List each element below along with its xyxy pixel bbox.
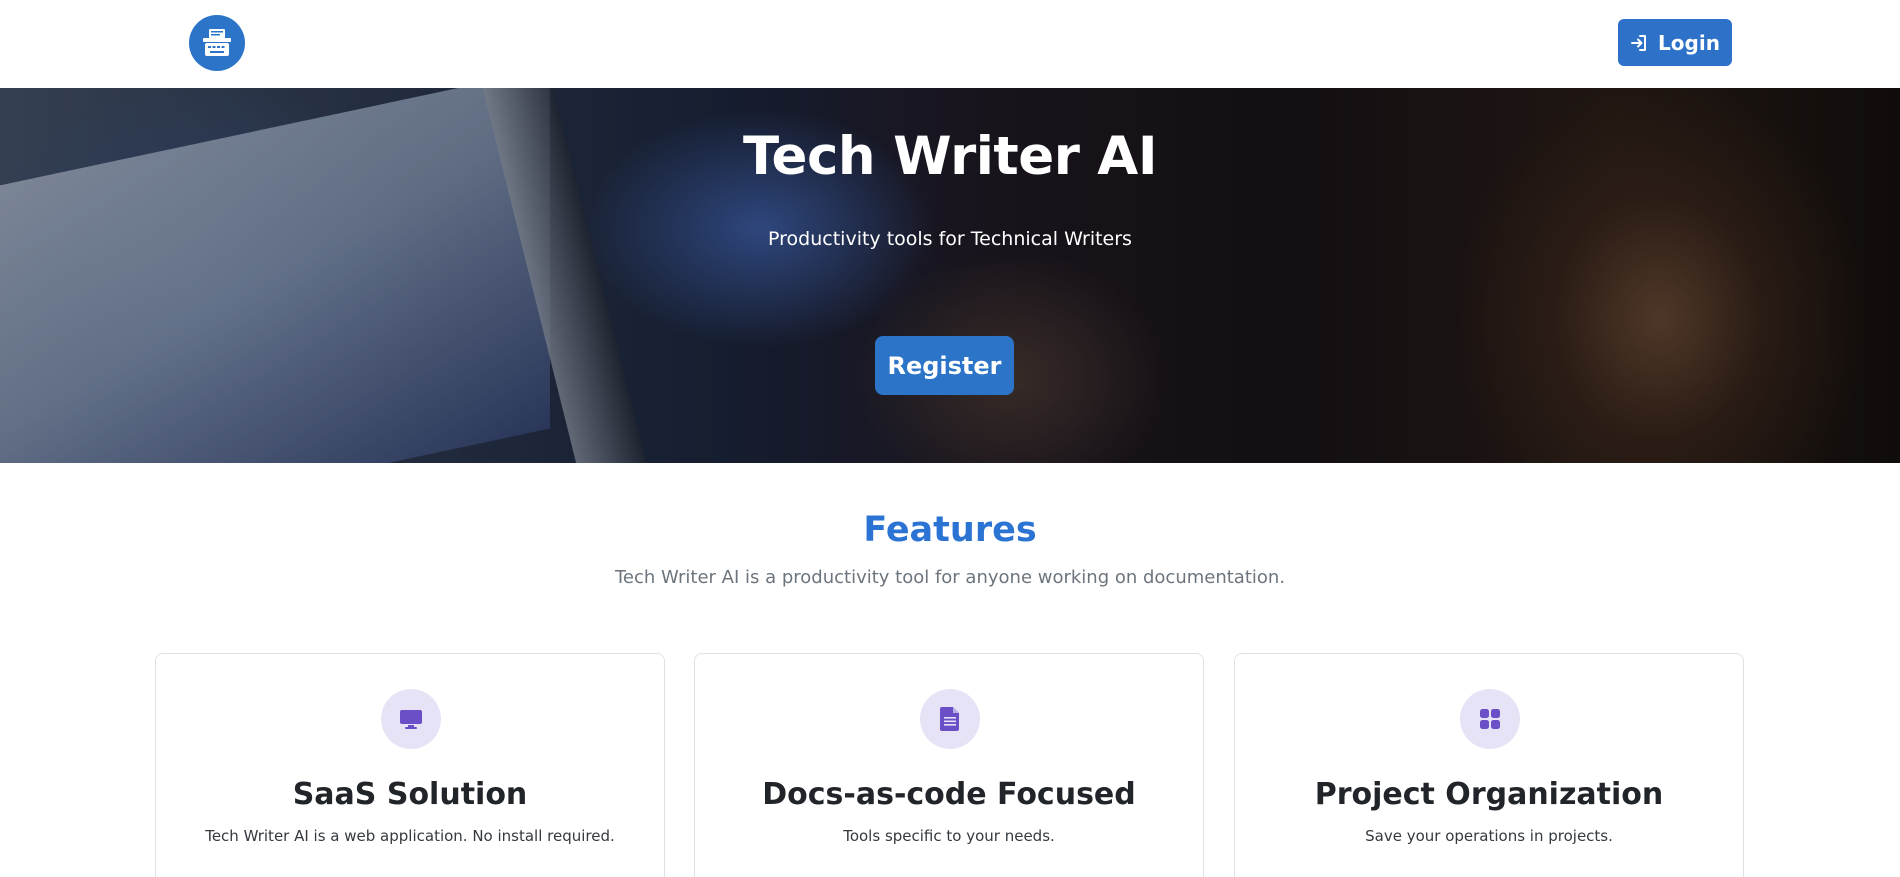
feature-card-text: Tech Writer AI is a web application. No … <box>205 827 615 845</box>
hero-banner: Tech Writer AI Productivity tools for Te… <box>0 88 1900 463</box>
document-icon <box>920 689 980 749</box>
typewriter-icon[interactable] <box>189 15 245 71</box>
navbar: Login <box>0 0 1900 88</box>
features-subtitle: Tech Writer AI is a productivity tool fo… <box>614 567 1286 588</box>
feature-card-project-organization: Project Organization Save your operation… <box>1234 653 1744 877</box>
login-label: Login <box>1658 30 1720 55</box>
feature-card-title: Docs-as-code Focused <box>762 777 1136 812</box>
feature-card-text: Save your operations in projects. <box>1365 827 1613 845</box>
feature-card-title: SaaS Solution <box>292 777 528 812</box>
register-button[interactable]: Register <box>875 336 1014 395</box>
monitor-icon <box>381 689 441 749</box>
feature-card-saas: SaaS Solution Tech Writer AI is a web ap… <box>155 653 665 877</box>
hero-subtitle: Productivity tools for Technical Writers <box>768 228 1132 250</box>
features-title: Features <box>863 510 1037 550</box>
login-button[interactable]: Login <box>1618 19 1732 66</box>
page: Login Tech Writer AI Productivity tools … <box>0 0 1900 877</box>
feature-card-title: Project Organization <box>1314 777 1664 812</box>
feature-card-text: Tools specific to your needs. <box>843 827 1055 845</box>
hero-title: Tech Writer AI <box>742 126 1158 187</box>
sign-in-icon <box>1630 34 1648 52</box>
feature-card-docs-as-code: Docs-as-code Focused Tools specific to y… <box>694 653 1204 877</box>
grid-icon <box>1460 689 1520 749</box>
